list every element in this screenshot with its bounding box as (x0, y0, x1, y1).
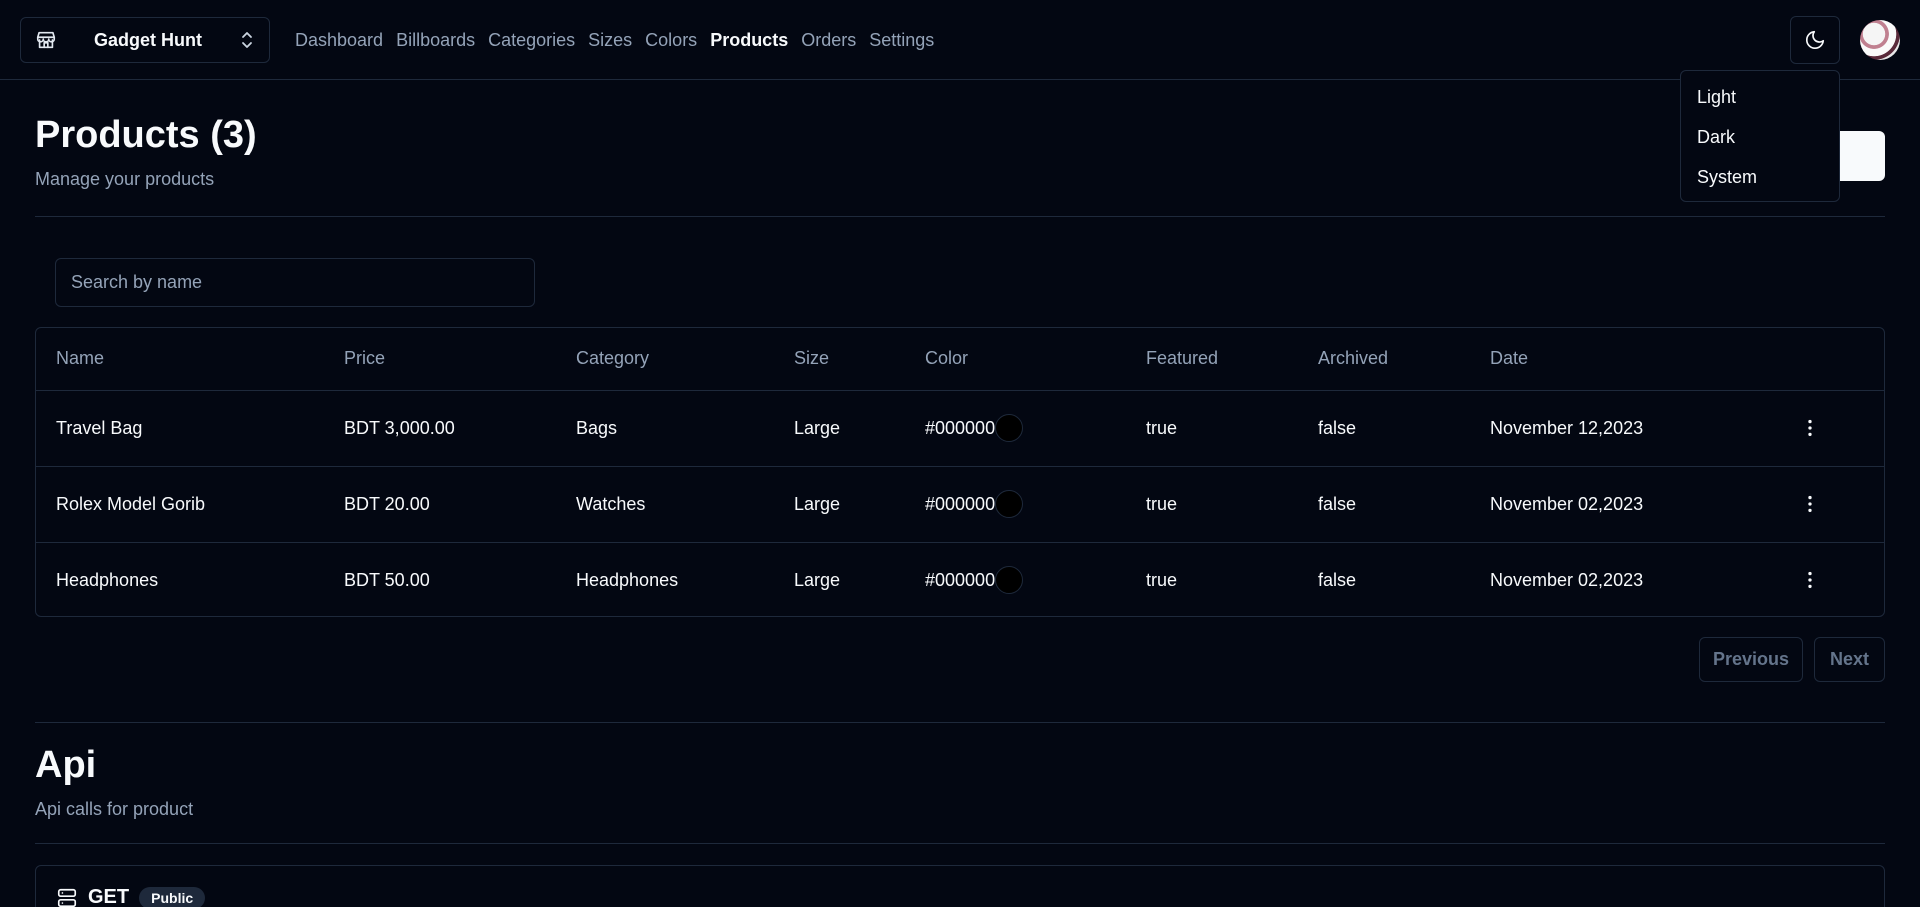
column-header-featured: Featured (1126, 328, 1298, 391)
cell-size: Large (774, 390, 905, 467)
divider (35, 843, 1885, 844)
nav-settings[interactable]: Settings (869, 30, 934, 51)
cell-actions (1779, 390, 1884, 467)
column-header-color: Color (905, 328, 1126, 391)
cell-archived: false (1318, 569, 1357, 590)
cell-name: Travel Bag (36, 390, 324, 467)
api-subtitle: Api calls for product (35, 799, 194, 819)
color-swatch (995, 490, 1024, 518)
nav-sizes[interactable]: Sizes (588, 30, 632, 51)
cell-category: Watches (556, 466, 774, 543)
table-header-row: Name Price Category Size Color Featured … (36, 328, 1884, 391)
divider (35, 216, 1885, 217)
cell-date: November 02,2023 (1470, 466, 1779, 543)
cell-featured: true (1126, 390, 1298, 467)
server-icon (57, 888, 77, 907)
cell-date: November 12,2023 (1470, 390, 1779, 467)
theme-option-light[interactable]: Light (1685, 77, 1835, 117)
cell-size: Large (794, 569, 841, 590)
table-row: Headphones BDT 50.00 Headphones Large #0… (36, 542, 1884, 616)
api-title: Api (35, 744, 97, 786)
column-header-category: Category (556, 328, 774, 391)
theme-option-system[interactable]: System (1685, 157, 1835, 197)
api-access-badge: Public (139, 886, 206, 907)
nav-dashboard[interactable]: Dashboard (295, 30, 383, 51)
nav-colors[interactable]: Colors (645, 30, 697, 51)
theme-dropdown-menu: Light Dark System (1680, 70, 1840, 202)
cell-size: Large (774, 466, 905, 543)
cell-category: Bags (556, 390, 774, 467)
cell-name: Rolex Model Gorib (36, 466, 324, 543)
column-header-actions (1779, 328, 1884, 391)
cell-name: Headphones (56, 569, 159, 590)
top-navbar: Gadget Hunt Dashboard Billboards Categor… (0, 0, 1920, 80)
more-vertical-icon[interactable] (1799, 569, 1821, 591)
nav-categories[interactable]: Categories (488, 30, 575, 51)
nav-orders[interactable]: Orders (801, 30, 856, 51)
api-card: GET Public (35, 865, 1885, 907)
theme-option-dark[interactable]: Dark (1685, 117, 1835, 157)
page-subtitle: Manage your products (35, 169, 215, 189)
store-name: Gadget Hunt (94, 29, 202, 50)
column-header-name: Name (36, 328, 324, 391)
page-title: Products (3) (35, 114, 257, 156)
color-hex: #000000 (925, 493, 996, 514)
cell-featured: true (1146, 569, 1178, 590)
color-swatch (995, 566, 1024, 595)
column-header-date: Date (1470, 328, 1779, 391)
cell-category: Headphones (576, 569, 679, 590)
column-header-price: Price (324, 328, 556, 391)
cell-price: BDT 50.00 (344, 569, 430, 590)
cell-actions (1779, 466, 1884, 543)
api-method: GET (88, 886, 130, 907)
cell-featured: true (1126, 466, 1298, 543)
table-row: Travel Bag BDT 3,000.00 Bags Large #0000… (36, 390, 1884, 467)
moon-icon (1805, 30, 1825, 50)
store-icon (36, 31, 56, 49)
color-hex: #000000 (925, 569, 996, 590)
divider (35, 722, 1885, 723)
products-table: Name Price Category Size Color Featured … (35, 327, 1885, 617)
cell-date: November 02,2023 (1490, 569, 1644, 590)
previous-page-button[interactable]: Previous (1699, 637, 1803, 682)
page-heading: Products (3) Manage your products (35, 114, 257, 190)
color-swatch (995, 414, 1024, 442)
nav-billboards[interactable]: Billboards (396, 30, 475, 51)
cell-archived: false (1298, 466, 1470, 543)
cell-price: BDT 20.00 (324, 466, 556, 543)
more-vertical-icon[interactable] (1799, 417, 1821, 439)
cell-color: #000000 (905, 466, 1126, 543)
table-row: Rolex Model Gorib BDT 20.00 Watches Larg… (36, 466, 1884, 543)
user-avatar[interactable] (1860, 20, 1900, 60)
cell-color: #000000 (905, 390, 1126, 467)
chevrons-up-down-icon (242, 32, 252, 48)
search-input[interactable] (55, 258, 535, 307)
next-page-button[interactable]: Next (1814, 637, 1885, 682)
main-nav: Dashboard Billboards Categories Sizes Co… (295, 0, 934, 80)
cell-actions (1779, 542, 1884, 616)
api-heading: Api Api calls for product (35, 744, 193, 820)
column-header-archived: Archived (1298, 328, 1470, 391)
nav-products[interactable]: Products (710, 30, 788, 51)
cell-color: #000000 (905, 542, 1126, 616)
cell-archived: false (1298, 390, 1470, 467)
color-hex: #000000 (925, 417, 996, 438)
more-vertical-icon[interactable] (1799, 493, 1821, 515)
cell-price: BDT 3,000.00 (324, 390, 556, 467)
column-header-size: Size (774, 328, 905, 391)
theme-toggle-button[interactable] (1790, 16, 1840, 64)
store-switcher[interactable]: Gadget Hunt (20, 17, 270, 63)
